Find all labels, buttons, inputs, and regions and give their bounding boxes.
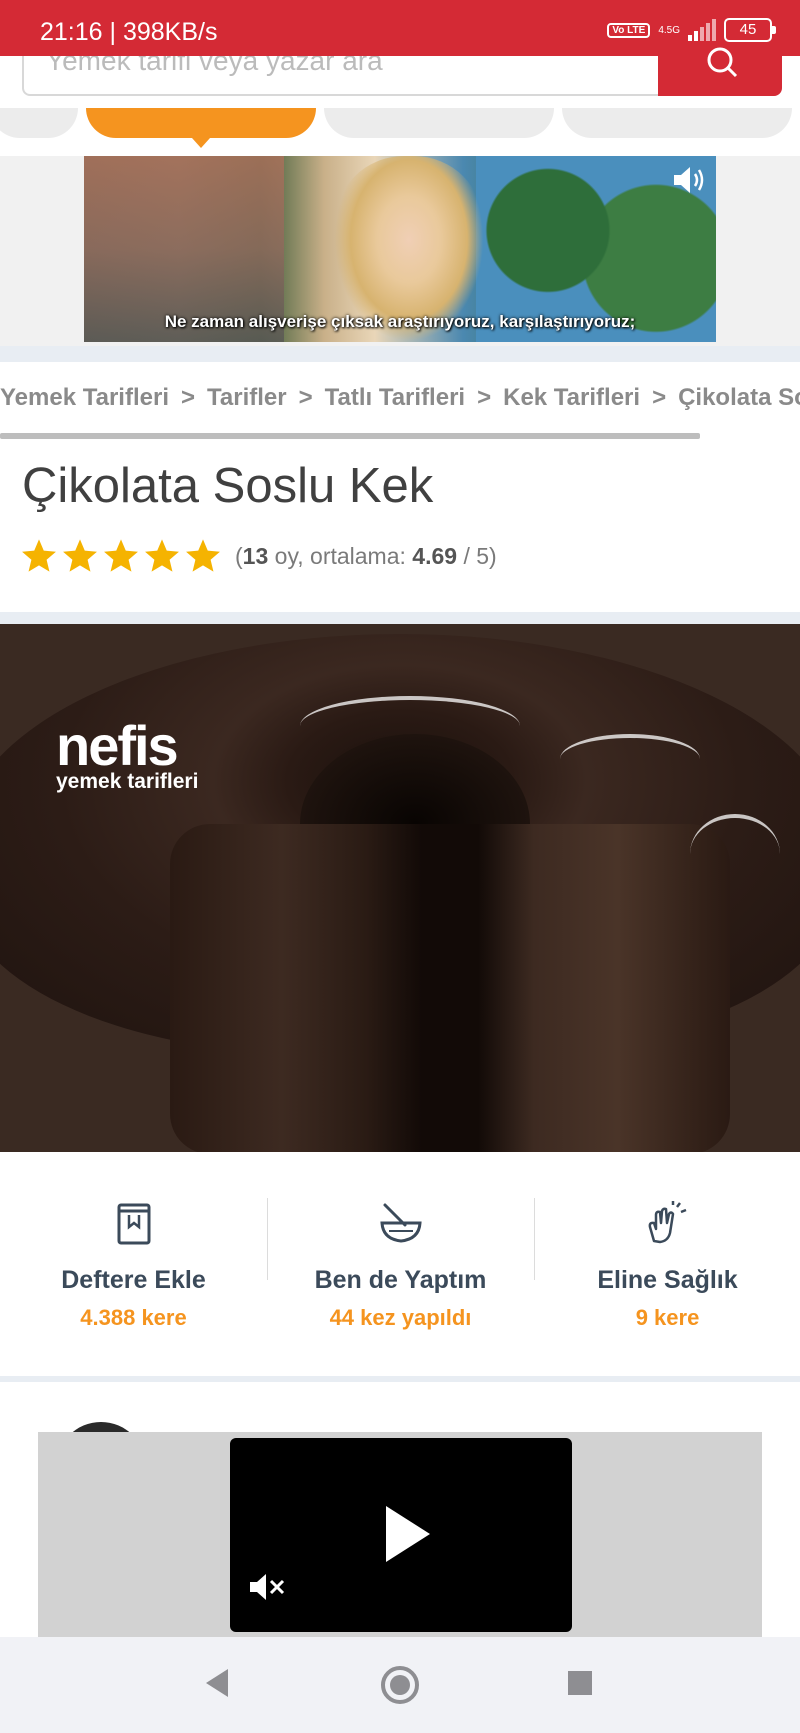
- rating-summary: (13 oy, ortalama: 4.69 / 5): [235, 542, 497, 569]
- recipe-title: Çikolata Soslu Kek: [22, 459, 434, 513]
- section-divider: [0, 346, 800, 362]
- breadcrumb-item[interactable]: Tarifler: [207, 384, 287, 412]
- search-icon: [707, 47, 738, 78]
- status-bar: 21:16 | 398KB/s Vo LTE 4.5G 45: [0, 0, 800, 56]
- mixing-bowl-icon: [379, 1203, 422, 1243]
- volte-icon: Vo LTE: [607, 22, 651, 38]
- breadcrumb-separator: >: [652, 384, 667, 411]
- search-button[interactable]: [658, 47, 782, 96]
- breadcrumb-item[interactable]: Kek Tarifleri: [503, 384, 640, 412]
- action-label: Ben de Yaptım: [314, 1266, 487, 1294]
- breadcrumb-separator: >: [298, 384, 313, 411]
- star-icon[interactable]: [184, 537, 222, 575]
- star-icon[interactable]: [102, 537, 140, 575]
- battery-icon: 45: [724, 18, 776, 42]
- rating-max: / 5: [463, 542, 490, 569]
- play-icon[interactable]: [382, 1504, 432, 1564]
- ad-banner: Ne zaman alışverişe çıksak araştırıyoruz…: [0, 156, 800, 362]
- ad-caption: Ne zaman alışverişe çıksak araştırıyoruz…: [164, 312, 636, 331]
- recipe-rating: (13 oy, ortalama: 4.69 / 5): [20, 534, 497, 578]
- star-icon[interactable]: [20, 537, 58, 575]
- add-to-notebook-button[interactable]: Deftere Ekle 4.388 kere: [0, 1198, 267, 1331]
- i-made-it-button[interactable]: Ben de Yaptım 44 kez yapıldı: [267, 1198, 534, 1331]
- breadcrumb-item[interactable]: Yemek Tarifleri: [0, 384, 169, 412]
- battery-level: 45: [739, 21, 757, 38]
- video-ad-player[interactable]: [230, 1438, 572, 1632]
- breadcrumb-separator: >: [180, 384, 195, 411]
- breadcrumb-scrollbar[interactable]: [0, 433, 700, 439]
- author-section: [0, 1382, 800, 1637]
- action-count: 4.388 kere: [80, 1305, 187, 1330]
- rating-votes-label: oy, ortalama:: [274, 542, 406, 569]
- tab-active[interactable]: [86, 108, 316, 138]
- back-icon[interactable]: [204, 1667, 230, 1699]
- notebook-icon: [117, 1203, 150, 1245]
- action-count: 44 kez yapıldı: [329, 1305, 472, 1330]
- cake-crumb: [170, 824, 730, 1152]
- category-tabs: [0, 108, 800, 156]
- breadcrumb-item-current: Çikolata Soslu Kek: [678, 384, 800, 411]
- home-icon[interactable]: [380, 1665, 420, 1705]
- star-icon[interactable]: [61, 537, 99, 575]
- network-type: 4.5G: [658, 24, 680, 36]
- search-input[interactable]: Yemek tarifi veya yazar ara: [22, 56, 662, 96]
- tab-item[interactable]: [0, 108, 78, 138]
- glaze-highlight: [690, 814, 780, 894]
- recipe-actions: Deftere Ekle 4.388 kere Ben de Yaptım 44…: [0, 1152, 800, 1376]
- system-nav-bar: [0, 1637, 800, 1733]
- volume-icon[interactable]: [672, 164, 708, 196]
- tab-item[interactable]: [562, 108, 792, 138]
- rating-votes: 13: [242, 542, 269, 569]
- action-count: 9 kere: [635, 1305, 700, 1330]
- breadcrumb-item[interactable]: Tatlı Tarifleri: [325, 384, 465, 412]
- clapping-hands-icon: [648, 1201, 686, 1244]
- star-icon[interactable]: [143, 537, 181, 575]
- recents-icon[interactable]: [566, 1669, 594, 1697]
- active-tab-arrow: [192, 138, 210, 148]
- breadcrumb: Yemek Tarifleri > Tarifler > Tatlı Tarifleri…: [0, 384, 800, 424]
- breadcrumb-separator: >: [477, 384, 492, 411]
- glaze-highlight: [560, 734, 700, 784]
- section-divider: [0, 612, 800, 624]
- ad-video[interactable]: Ne zaman alışverişe çıksak araştırıyoruz…: [84, 156, 716, 342]
- signal-icon: [688, 19, 716, 41]
- status-time: 21:16 | 398KB/s: [40, 18, 218, 46]
- rating-average: 4.69: [412, 542, 458, 569]
- glaze-highlight: [300, 696, 520, 756]
- status-icons: Vo LTE 4.5G 45: [607, 18, 776, 42]
- action-label: Deftere Ekle: [61, 1266, 206, 1294]
- action-label: Eline Sağlık: [597, 1266, 738, 1294]
- recipe-image[interactable]: nefis yemek tarifleri: [0, 624, 800, 1152]
- nefis-logo: nefis yemek tarifleri: [56, 714, 199, 794]
- tab-item[interactable]: [324, 108, 554, 138]
- mute-icon[interactable]: [248, 1570, 286, 1604]
- eline-saglik-button[interactable]: Eline Sağlık 9 kere: [534, 1198, 800, 1331]
